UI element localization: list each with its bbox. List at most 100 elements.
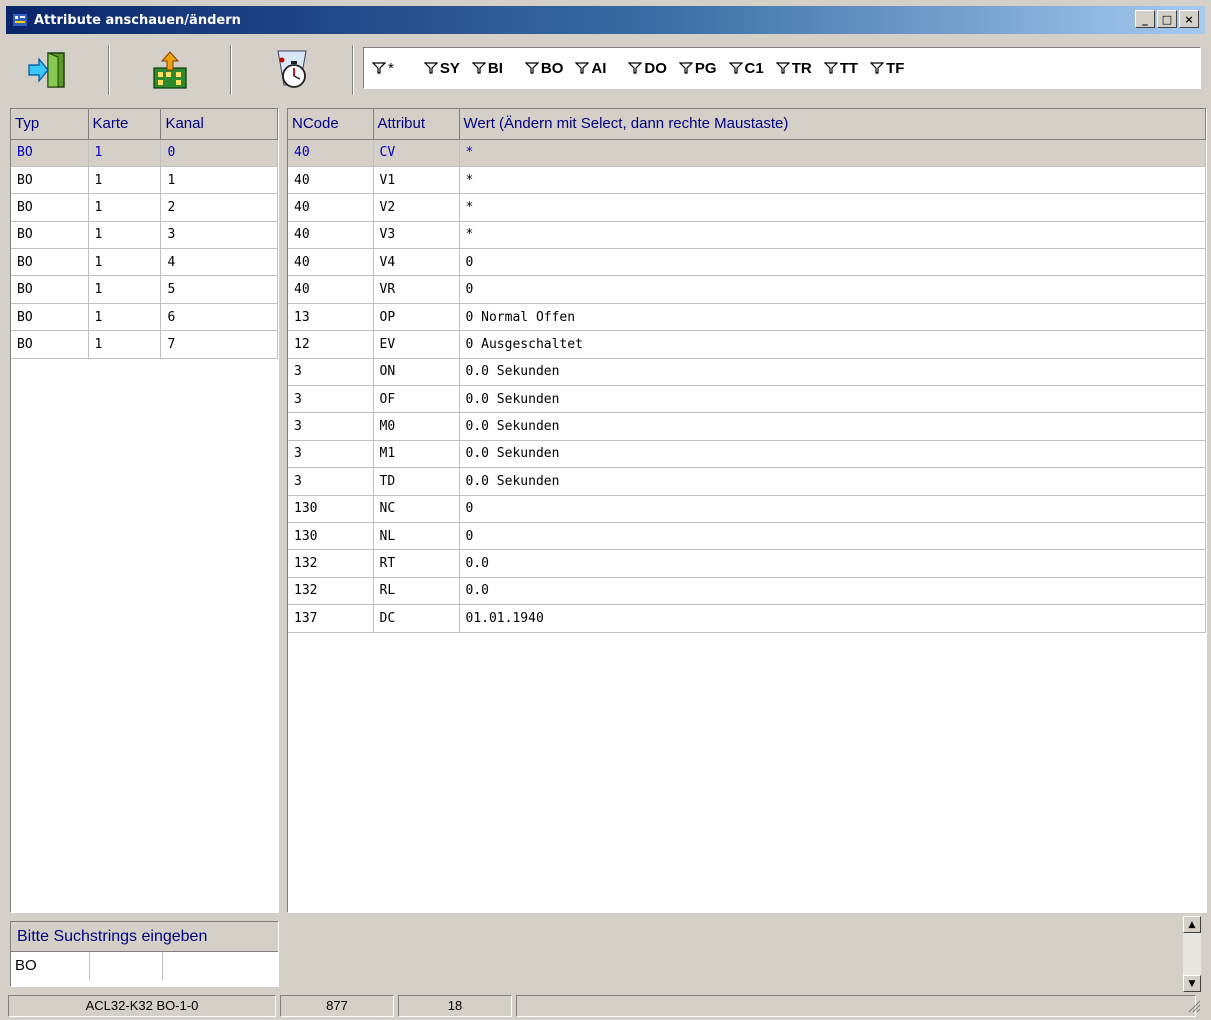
upload-factory-icon bbox=[153, 51, 187, 89]
maximize-button[interactable]: □ bbox=[1157, 10, 1177, 28]
funnel-icon bbox=[678, 62, 693, 74]
funnel-icon bbox=[628, 62, 643, 74]
cell-karte: 1 bbox=[88, 303, 162, 332]
table-row[interactable]: 40 VR 0 bbox=[288, 275, 1206, 304]
cell-typ: BO bbox=[11, 166, 89, 195]
search-header: Bitte Suchstrings eingeben bbox=[11, 922, 278, 952]
toolbar-separator bbox=[230, 45, 232, 95]
filter-label: SY bbox=[439, 59, 460, 77]
table-row[interactable]: BO 1 3 bbox=[11, 221, 278, 250]
cell-ncode: 132 bbox=[288, 549, 374, 578]
filter-ai[interactable]: AI bbox=[575, 60, 606, 77]
cell-wert: 0 bbox=[459, 248, 1206, 277]
funnel-icon bbox=[471, 62, 486, 74]
filter-pg[interactable]: PG bbox=[678, 60, 717, 77]
filter-bo[interactable]: BO bbox=[524, 60, 563, 77]
cell-wert: 0 Ausgeschaltet bbox=[459, 330, 1206, 359]
cell-karte: 1 bbox=[88, 330, 162, 359]
funnel-icon bbox=[372, 62, 386, 74]
table-row[interactable]: 13 OP 0 Normal Offen bbox=[288, 303, 1206, 332]
filter-sy[interactable]: SY bbox=[423, 59, 460, 77]
cell-attribut: VR bbox=[373, 275, 460, 304]
filter-label: TT bbox=[839, 59, 859, 77]
column-header-ncode[interactable]: NCode bbox=[288, 109, 374, 140]
table-row[interactable]: 130 NC 0 bbox=[288, 495, 1206, 523]
table-row[interactable]: 40 V4 0 bbox=[288, 248, 1206, 277]
cell-karte: 1 bbox=[88, 248, 162, 277]
filter-do[interactable]: DO bbox=[628, 60, 667, 77]
table-row[interactable]: BO 1 0 bbox=[11, 139, 278, 167]
cell-ncode: 40 bbox=[288, 248, 374, 277]
filter-c1[interactable]: C1 bbox=[728, 59, 764, 77]
column-header-attribut[interactable]: Attribut bbox=[373, 109, 460, 140]
table-row[interactable]: 130 NL 0 bbox=[288, 522, 1206, 551]
table-row[interactable]: 12 EV 0 Ausgeschaltet bbox=[288, 330, 1206, 359]
timer-button[interactable] bbox=[252, 43, 332, 97]
cell-kanal: 6 bbox=[160, 303, 278, 332]
column-header-wert[interactable]: Wert (Ändern mit Select, dann rechte Mau… bbox=[459, 109, 1206, 140]
table-row[interactable]: BO 1 7 bbox=[11, 330, 278, 359]
filter-tr[interactable]: TR bbox=[775, 60, 812, 77]
column-header-karte[interactable]: Karte bbox=[88, 109, 162, 140]
funnel-icon bbox=[870, 62, 885, 74]
search-panel: Bitte Suchstrings eingeben BO bbox=[10, 921, 279, 987]
table-header: NCode Attribut Wert (Ändern mit Select, … bbox=[288, 109, 1206, 140]
minimize-button[interactable]: _ bbox=[1135, 10, 1155, 28]
table-row[interactable]: BO 1 4 bbox=[11, 248, 278, 277]
table-row[interactable]: BO 1 1 bbox=[11, 166, 278, 195]
cell-wert: 0.0 bbox=[459, 577, 1206, 606]
vertical-scrollbar[interactable]: ▲ ▼ bbox=[1183, 916, 1201, 992]
table-row[interactable]: 40 V2 * bbox=[288, 193, 1206, 222]
table-row[interactable]: 132 RT 0.0 bbox=[288, 549, 1206, 578]
search-input-typ[interactable]: BO bbox=[11, 952, 90, 980]
table-row[interactable]: BO 1 2 bbox=[11, 193, 278, 222]
funnel-icon bbox=[575, 62, 590, 74]
minimize-icon: _ bbox=[1142, 12, 1148, 26]
table-row[interactable]: BO 1 5 bbox=[11, 275, 278, 304]
exit-button[interactable] bbox=[8, 43, 88, 97]
filter-tt[interactable]: TT bbox=[823, 59, 859, 77]
arrow-down-icon: ▼ bbox=[1188, 978, 1196, 989]
cell-ncode: 3 bbox=[288, 412, 374, 441]
table-row[interactable]: 40 V3 * bbox=[288, 221, 1206, 250]
maximize-icon: □ bbox=[1161, 12, 1173, 26]
scroll-up-button[interactable]: ▲ bbox=[1183, 916, 1201, 933]
cell-wert: * bbox=[459, 221, 1206, 250]
cell-attribut: V2 bbox=[373, 193, 460, 222]
table-row[interactable]: 132 RL 0.0 bbox=[288, 577, 1206, 606]
table-row[interactable]: 3 M0 0.0 Sekunden bbox=[288, 412, 1206, 441]
filter-bi[interactable]: BI bbox=[471, 60, 503, 77]
filter-all[interactable]: * bbox=[372, 60, 394, 77]
table-row[interactable]: 40 V1 * bbox=[288, 166, 1206, 195]
cell-attribut: NC bbox=[373, 495, 460, 523]
table-row[interactable]: 3 M1 0.0 Sekunden bbox=[288, 440, 1206, 469]
table-row[interactable]: 3 ON 0.0 Sekunden bbox=[288, 358, 1206, 387]
cell-karte: 1 bbox=[88, 275, 162, 304]
cell-attribut: M0 bbox=[373, 412, 460, 441]
table-row[interactable]: 3 TD 0.0 Sekunden bbox=[288, 467, 1206, 496]
cell-typ: BO bbox=[11, 193, 89, 222]
search-input-kanal[interactable] bbox=[163, 952, 278, 980]
scroll-down-button[interactable]: ▼ bbox=[1183, 975, 1201, 992]
scroll-track[interactable] bbox=[1183, 933, 1201, 975]
filter-label: C1 bbox=[744, 59, 764, 77]
column-header-kanal[interactable]: Kanal bbox=[160, 109, 278, 140]
funnel-icon bbox=[728, 62, 743, 74]
resize-grip-icon[interactable] bbox=[1185, 997, 1201, 1013]
cell-wert: 0 bbox=[459, 275, 1206, 304]
funnel-icon bbox=[524, 62, 539, 74]
table-row[interactable]: 40 CV * bbox=[288, 139, 1206, 167]
close-button[interactable]: × bbox=[1179, 10, 1199, 28]
filter-label: * bbox=[388, 59, 394, 77]
table-row[interactable]: 3 OF 0.0 Sekunden bbox=[288, 385, 1206, 414]
upload-button[interactable] bbox=[130, 43, 210, 97]
cell-wert: 0 bbox=[459, 495, 1206, 523]
cell-wert: 0.0 bbox=[459, 549, 1206, 578]
table-row[interactable]: BO 1 6 bbox=[11, 303, 278, 332]
column-header-typ[interactable]: Typ bbox=[11, 109, 89, 140]
filter-tf[interactable]: TF bbox=[870, 60, 904, 77]
cell-wert: * bbox=[459, 139, 1206, 167]
cell-ncode: 40 bbox=[288, 139, 374, 167]
table-row[interactable]: 137 DC 01.01.1940 bbox=[288, 604, 1206, 633]
search-input-karte[interactable] bbox=[90, 952, 163, 980]
